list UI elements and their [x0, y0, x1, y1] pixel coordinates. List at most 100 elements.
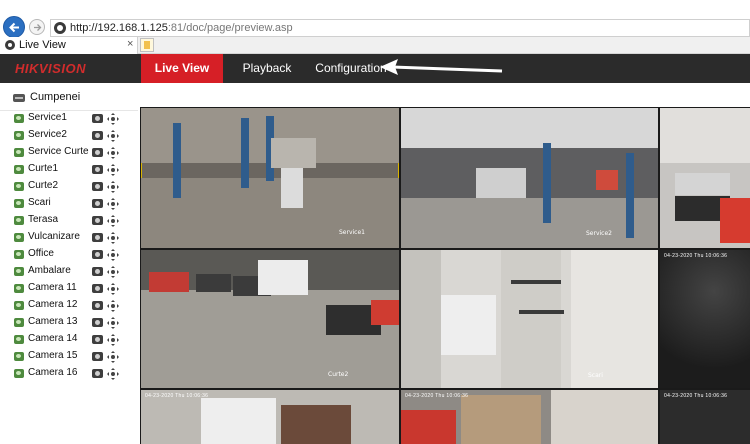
camera-icon	[14, 233, 24, 242]
video-cell[interactable]: Service2	[401, 108, 658, 248]
cell-car	[196, 274, 231, 292]
camera-item[interactable]: Service2	[0, 128, 138, 144]
cell-camera-label: Service1	[339, 229, 365, 236]
cell-car	[371, 300, 399, 325]
record-icon[interactable]	[92, 250, 103, 259]
ptz-icon[interactable]	[107, 317, 119, 329]
video-cell[interactable]	[660, 108, 750, 248]
back-button[interactable]	[3, 16, 25, 38]
camera-name: Camera 14	[28, 333, 78, 344]
cell-lift-post	[173, 123, 181, 198]
ptz-icon[interactable]	[107, 164, 119, 176]
record-icon[interactable]	[92, 301, 103, 310]
cell-equipment	[596, 170, 618, 190]
record-icon[interactable]	[92, 114, 103, 123]
record-icon[interactable]	[92, 199, 103, 208]
ptz-icon[interactable]	[107, 283, 119, 295]
tab-close-icon[interactable]: ×	[127, 38, 133, 50]
record-icon[interactable]	[92, 182, 103, 191]
record-icon[interactable]	[92, 352, 103, 361]
video-cell[interactable]: Service1	[141, 108, 399, 248]
camera-name: Camera 11	[28, 282, 77, 293]
video-cell[interactable]: 04-23-2020 Thu 10:06:36	[401, 390, 658, 444]
ptz-icon[interactable]	[107, 181, 119, 193]
camera-name: Service1	[28, 112, 67, 123]
record-icon[interactable]	[92, 131, 103, 140]
camera-item[interactable]: Camera 14	[0, 332, 138, 348]
camera-item[interactable]: Camera 15	[0, 349, 138, 365]
ptz-icon[interactable]	[107, 249, 119, 261]
camera-item[interactable]: Ambalare	[0, 264, 138, 280]
forward-button[interactable]	[29, 19, 45, 35]
camera-name: Service Curte	[28, 146, 89, 157]
camera-item[interactable]: Vulcanizare	[0, 230, 138, 246]
camera-item[interactable]: Curte2	[0, 179, 138, 195]
camera-icon	[14, 250, 24, 259]
camera-name: Curte1	[28, 163, 59, 174]
camera-item[interactable]: Scari	[0, 196, 138, 212]
video-cell[interactable]: 04-23-2020 Thu 10:06:36	[660, 390, 750, 444]
record-icon[interactable]	[92, 369, 103, 378]
ptz-icon[interactable]	[107, 334, 119, 346]
ptz-icon[interactable]	[107, 368, 119, 380]
camera-icon	[14, 182, 24, 191]
camera-item[interactable]: Office	[0, 247, 138, 263]
cell-timestamp: 04-23-2020 Thu 10:06:36	[145, 393, 209, 399]
ptz-icon[interactable]	[107, 215, 119, 227]
camera-item[interactable]: Camera 13	[0, 315, 138, 331]
camera-icon	[14, 165, 24, 174]
video-cell[interactable]: 04-23-2020 Thu 10:06:36	[141, 390, 399, 444]
camera-icon	[14, 131, 24, 140]
url-host: http://192.168.1.125	[70, 22, 168, 34]
record-icon[interactable]	[92, 233, 103, 242]
nav-live-view[interactable]: Live View	[141, 54, 223, 83]
ptz-icon[interactable]	[107, 147, 119, 159]
cell-camera-label: Curte2	[328, 371, 349, 378]
record-icon[interactable]	[92, 284, 103, 293]
device-name: Cumpenei	[30, 91, 81, 103]
record-icon[interactable]	[92, 216, 103, 225]
record-icon[interactable]	[92, 335, 103, 344]
cell-lift-post	[241, 118, 249, 188]
ptz-icon[interactable]	[107, 232, 119, 244]
camera-item[interactable]: Service Curte	[0, 145, 138, 161]
video-cell[interactable]: Scari	[401, 250, 658, 388]
camera-item[interactable]: Terasa	[0, 213, 138, 229]
ptz-icon[interactable]	[107, 113, 119, 125]
camera-name: Camera 16	[28, 367, 78, 378]
video-cell[interactable]: 04-23-2020 Thu 10:06:36	[660, 250, 750, 388]
video-cell[interactable]: Curte2	[141, 250, 399, 388]
nav-playback[interactable]: Playback	[238, 54, 296, 83]
url-input[interactable]: http://192.168.1.125:81/doc/page/preview…	[50, 19, 750, 37]
record-icon[interactable]	[92, 267, 103, 276]
record-icon[interactable]	[92, 318, 103, 327]
ptz-icon[interactable]	[107, 198, 119, 210]
ptz-icon[interactable]	[107, 130, 119, 142]
url-text: http://192.168.1.125:81/doc/page/preview…	[70, 22, 293, 34]
cell-person	[401, 410, 456, 444]
new-tab-button[interactable]	[140, 38, 154, 52]
record-icon[interactable]	[92, 165, 103, 174]
camera-icon	[14, 148, 24, 157]
cell-camera-label: Service2	[586, 230, 612, 237]
browser-tab[interactable]: Live View ×	[0, 37, 138, 54]
camera-item[interactable]: Camera 12	[0, 298, 138, 314]
camera-icon	[14, 114, 24, 123]
tab-site-icon	[5, 40, 15, 50]
cell-window	[441, 295, 496, 355]
camera-item[interactable]: Curte1	[0, 162, 138, 178]
arrow-left-icon	[9, 22, 19, 33]
camera-item[interactable]: Camera 16	[0, 366, 138, 382]
cell-railing	[511, 280, 561, 284]
ptz-icon[interactable]	[107, 266, 119, 278]
tab-strip: Live View ×	[0, 37, 750, 54]
record-icon[interactable]	[92, 148, 103, 157]
camera-item[interactable]: Service1	[0, 111, 138, 127]
cell-boxes	[461, 395, 541, 444]
camera-name: Terasa	[28, 214, 59, 225]
camera-item[interactable]: Camera 11	[0, 281, 138, 297]
ptz-icon[interactable]	[107, 300, 119, 312]
ptz-icon[interactable]	[107, 351, 119, 363]
browser-window: http://192.168.1.125:81/doc/page/preview…	[0, 0, 750, 444]
cell-lift-post	[543, 143, 551, 223]
